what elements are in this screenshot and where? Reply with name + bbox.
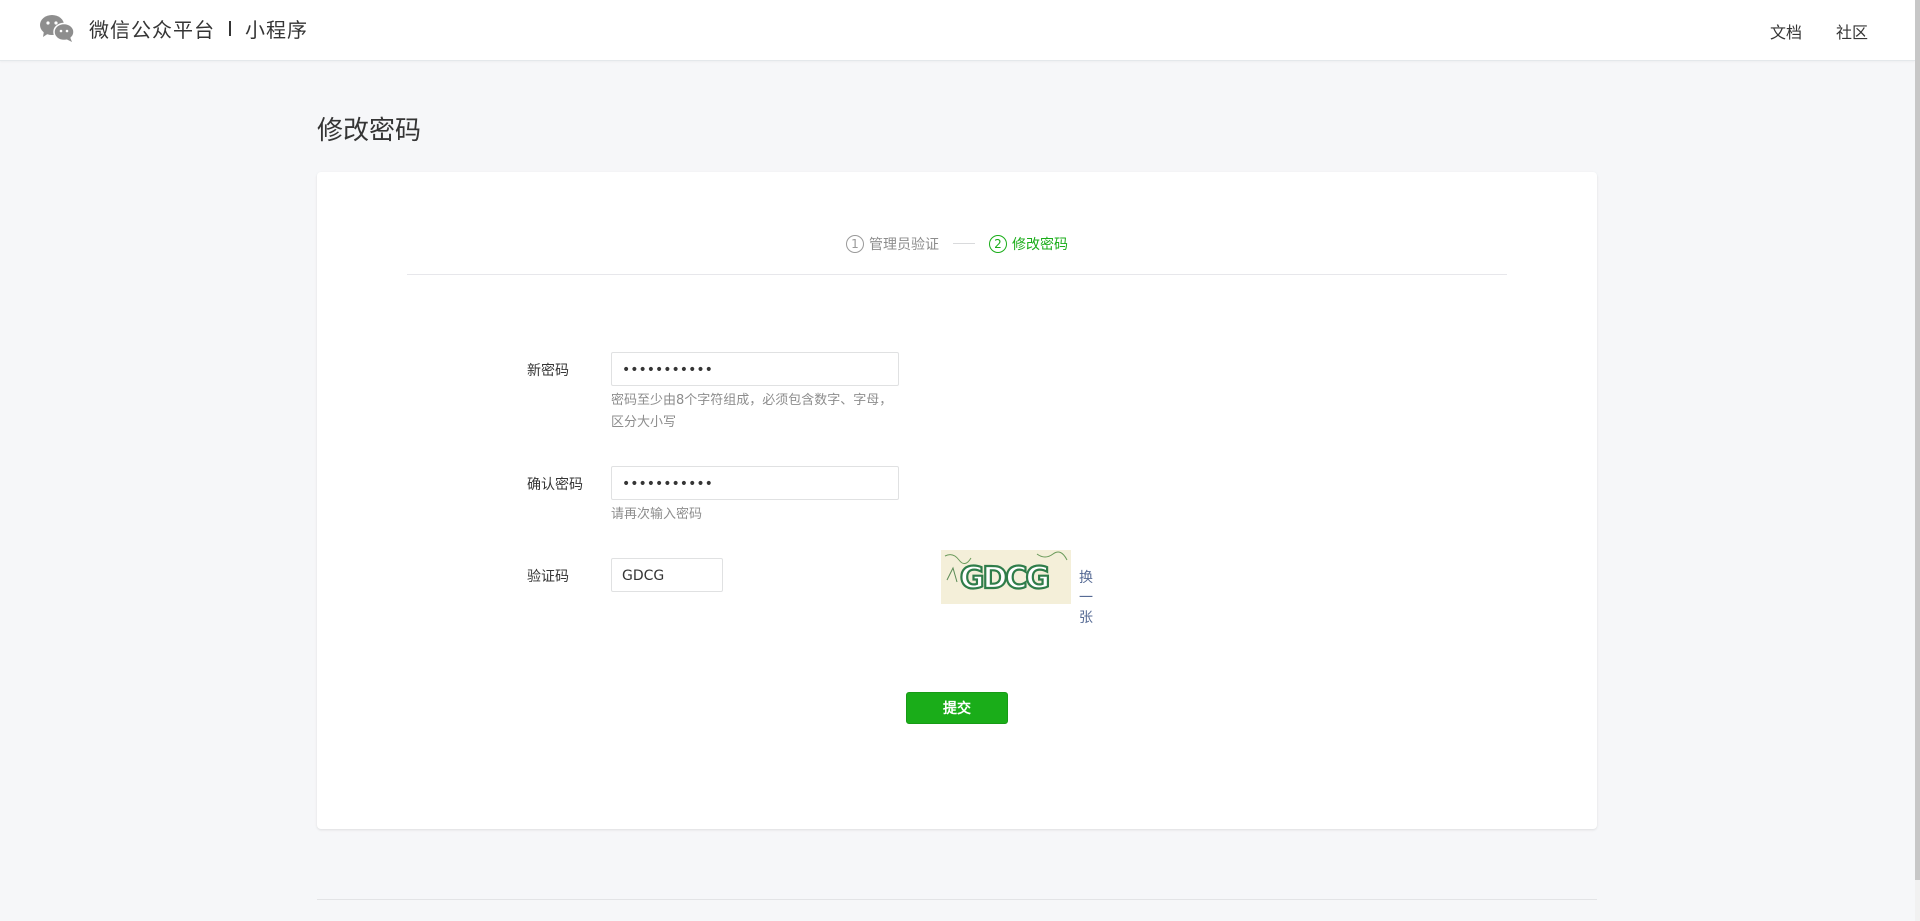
step-admin-verify: 1 管理员验证 bbox=[846, 234, 939, 254]
top-navbar: 微信公众平台 小程序 文档 社区 bbox=[0, 0, 1915, 61]
wechat-logo-icon bbox=[40, 15, 75, 42]
step-number: 1 bbox=[846, 235, 864, 253]
scrollbar-thumb[interactable] bbox=[1915, 0, 1920, 880]
brand[interactable]: 微信公众平台 小程序 bbox=[39, 13, 308, 43]
captcha-image[interactable]: GDCG bbox=[941, 550, 1071, 604]
header-nav: 文档 社区 bbox=[1736, 19, 1868, 43]
step-label: 管理员验证 bbox=[869, 237, 939, 253]
confirm-password-label: 确认密码 bbox=[527, 477, 583, 493]
brand-name: 微信公众平台 bbox=[89, 17, 215, 42]
scrollbar[interactable] bbox=[1915, 0, 1920, 921]
step-number: 2 bbox=[989, 235, 1007, 253]
brand-separator bbox=[229, 20, 231, 36]
product-name: 小程序 bbox=[245, 17, 308, 42]
step-label: 修改密码 bbox=[1012, 237, 1068, 253]
page-title: 修改密码 bbox=[317, 116, 422, 146]
confirm-password-hint: 请再次输入密码 bbox=[611, 507, 703, 522]
captcha-input[interactable]: GDCG bbox=[611, 558, 723, 592]
captcha-label: 验证码 bbox=[527, 569, 569, 585]
confirm-password-field[interactable]: ••••••••••• bbox=[611, 466, 899, 500]
step-change-password: 2 修改密码 bbox=[989, 234, 1068, 254]
footer-divider bbox=[317, 899, 1597, 900]
new-password-hint: 密码至少由8个字符组成，必须包含数字、字母，区分大小写 bbox=[611, 393, 893, 430]
new-password-label: 新密码 bbox=[527, 363, 569, 379]
nav-link-docs[interactable]: 文档 bbox=[1770, 19, 1802, 43]
password-card: 1 管理员验证 2 修改密码 新密码 ••••••••••• 密码至少由8个字符… bbox=[317, 172, 1597, 829]
step-divider bbox=[953, 243, 975, 244]
new-password-field[interactable]: ••••••••••• bbox=[611, 352, 899, 386]
step-indicator: 1 管理员验证 2 修改密码 bbox=[407, 234, 1507, 275]
nav-link-community[interactable]: 社区 bbox=[1836, 19, 1868, 43]
captcha-refresh-link[interactable]: 换一张 bbox=[1079, 567, 1093, 627]
submit-button[interactable]: 提交 bbox=[906, 692, 1008, 724]
captcha-text: GDCG bbox=[960, 561, 1049, 596]
